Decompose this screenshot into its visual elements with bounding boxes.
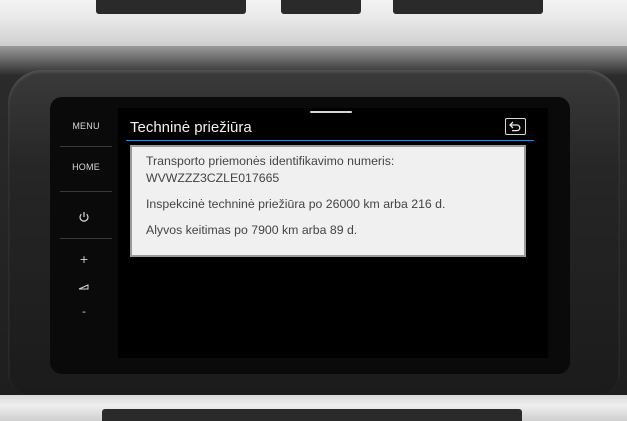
vin-label: Transporto priemonės identifikavimo nume…	[146, 154, 395, 168]
vent-mid	[281, 0, 361, 14]
title-underline	[126, 140, 534, 141]
back-button[interactable]	[505, 118, 526, 135]
vent-right	[393, 0, 543, 14]
side-separator	[60, 146, 112, 147]
home-button[interactable]: HOME	[56, 162, 116, 172]
vin-value: WVWZZZ3CZLE017665	[146, 171, 280, 185]
oil-change-due: Alyvos keitimas po 7900 km arba 89 d.	[146, 223, 358, 237]
lower-console	[102, 409, 522, 421]
side-separator	[60, 238, 112, 239]
side-separator	[60, 191, 112, 192]
vent-left	[96, 0, 246, 14]
menu-button[interactable]: MENU	[56, 121, 116, 131]
car-dashboard-photo: MENU HOME + - Techninė priežiūra Transpo…	[0, 0, 627, 421]
back-icon	[509, 121, 521, 132]
service-info-panel: Transporto priemonės identifikavimo nume…	[130, 145, 526, 257]
inspection-due: Inspekcinė techninė priežiūra po 26000 k…	[146, 197, 446, 211]
page-title: Techninė priežiūra	[130, 119, 252, 136]
volume-down-icon[interactable]: -	[78, 306, 90, 318]
volume-icon	[78, 281, 90, 293]
pull-down-handle[interactable]	[310, 111, 352, 113]
volume-up-icon[interactable]: +	[78, 254, 90, 266]
power-icon[interactable]	[78, 211, 90, 223]
